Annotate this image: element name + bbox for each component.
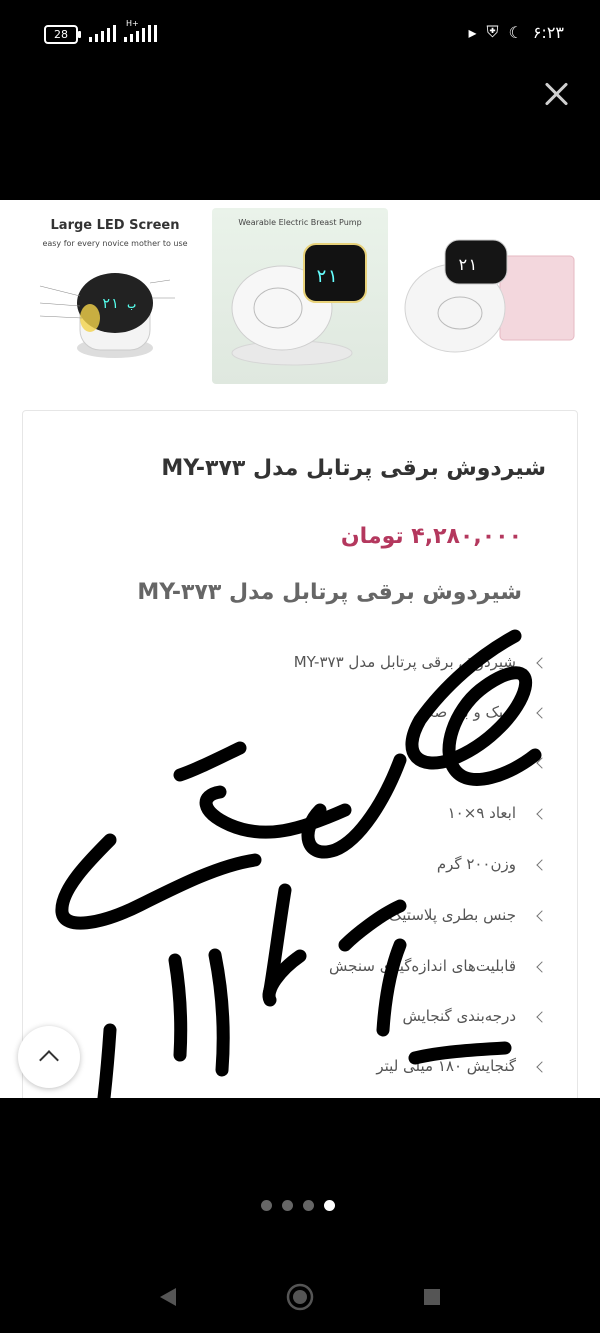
moon-icon: ☾ — [508, 22, 523, 42]
pump-box-icon: ۲۱ — [404, 239, 575, 353]
signal-icon — [89, 24, 116, 42]
pager-dot[interactable] — [282, 1200, 293, 1211]
feature-item: ابعاد ۹×۱۰ — [90, 804, 550, 834]
home-icon[interactable] — [286, 1283, 314, 1311]
product-price: ۴,۲۸۰,۰۰۰ تومان — [340, 524, 522, 549]
back-icon[interactable] — [160, 1288, 176, 1306]
gallery-image-2[interactable]: Wearable Electric Breast Pump ۲۱ — [212, 208, 388, 384]
pump-photo-icon: ۲۱ — [231, 243, 367, 366]
feature-item: قابلیت‌های اندازه‌گیری سنجش — [90, 957, 550, 987]
chevron-right-icon — [536, 960, 548, 973]
battery-icon: 28 — [44, 25, 81, 44]
svg-text:۲۱: ۲۱ — [458, 255, 477, 274]
product-title: شیردوش برقی پرتابل مدل MY-۳۷۳ — [161, 456, 546, 481]
feature-item — [90, 753, 550, 783]
gallery-image-3[interactable]: ۲۱ — [400, 208, 580, 384]
chevron-right-icon — [536, 858, 548, 871]
chevron-right-icon — [536, 807, 548, 820]
play-icon: ▸ — [468, 22, 477, 42]
gallery-image-1[interactable]: Large LED Screen easy for every novice m… — [20, 208, 200, 384]
chevron-right-icon — [536, 1010, 548, 1023]
shield-icon: ⛨ — [486, 22, 499, 41]
close-icon[interactable] — [543, 80, 571, 108]
pager-dot-active[interactable] — [324, 1200, 335, 1211]
product-subtitle: شیردوش برقی پرتابل مدل MY-۳۷۳ — [137, 580, 522, 605]
feature-item: جنس بطری پلاستیک — [90, 906, 550, 936]
status-bar: 28 H+ ▸ ⛨ ☾ ۶:۲۳ — [0, 0, 600, 66]
feature-item: درجه‌بندی گنجایش — [90, 1007, 550, 1037]
gallery-pager — [261, 1200, 335, 1211]
chevron-right-icon — [536, 706, 548, 719]
svg-text:۲۱: ۲۱ — [316, 266, 338, 287]
chevron-right-icon — [536, 756, 548, 769]
clock: ۶:۲۳ — [532, 22, 564, 42]
feature-item: سبک و بی صدا — [90, 703, 550, 733]
feature-item: شیردوش برقی پرتابل مدل MY-۳۷۳ — [90, 653, 550, 683]
svg-text:ب ۲۱: ب ۲۱ — [102, 296, 136, 312]
system-nav-bar — [160, 1283, 440, 1311]
chevron-right-icon — [536, 656, 548, 669]
feature-item: گنجایش ۱۸۰ میلی لیتر — [90, 1057, 550, 1087]
status-right: ▸ ⛨ ☾ ۶:۲۳ — [468, 22, 564, 42]
product-sheet: Large LED Screen easy for every novice m… — [0, 200, 600, 1098]
overlay-top — [0, 66, 600, 200]
pager-dot[interactable] — [261, 1200, 272, 1211]
chevron-up-icon — [39, 1050, 59, 1070]
scroll-to-top-button[interactable] — [18, 1026, 80, 1088]
chevron-right-icon — [536, 1060, 548, 1073]
signal-icon-2 — [124, 24, 157, 42]
feature-item: وزن۲۰۰ گرم — [90, 855, 550, 885]
chevron-right-icon — [536, 909, 548, 922]
image-gallery: Large LED Screen easy for every novice m… — [0, 206, 600, 386]
pager-dot[interactable] — [303, 1200, 314, 1211]
recents-icon[interactable] — [424, 1289, 440, 1305]
pump-diagram-icon: ب ۲۱ — [39, 273, 175, 358]
